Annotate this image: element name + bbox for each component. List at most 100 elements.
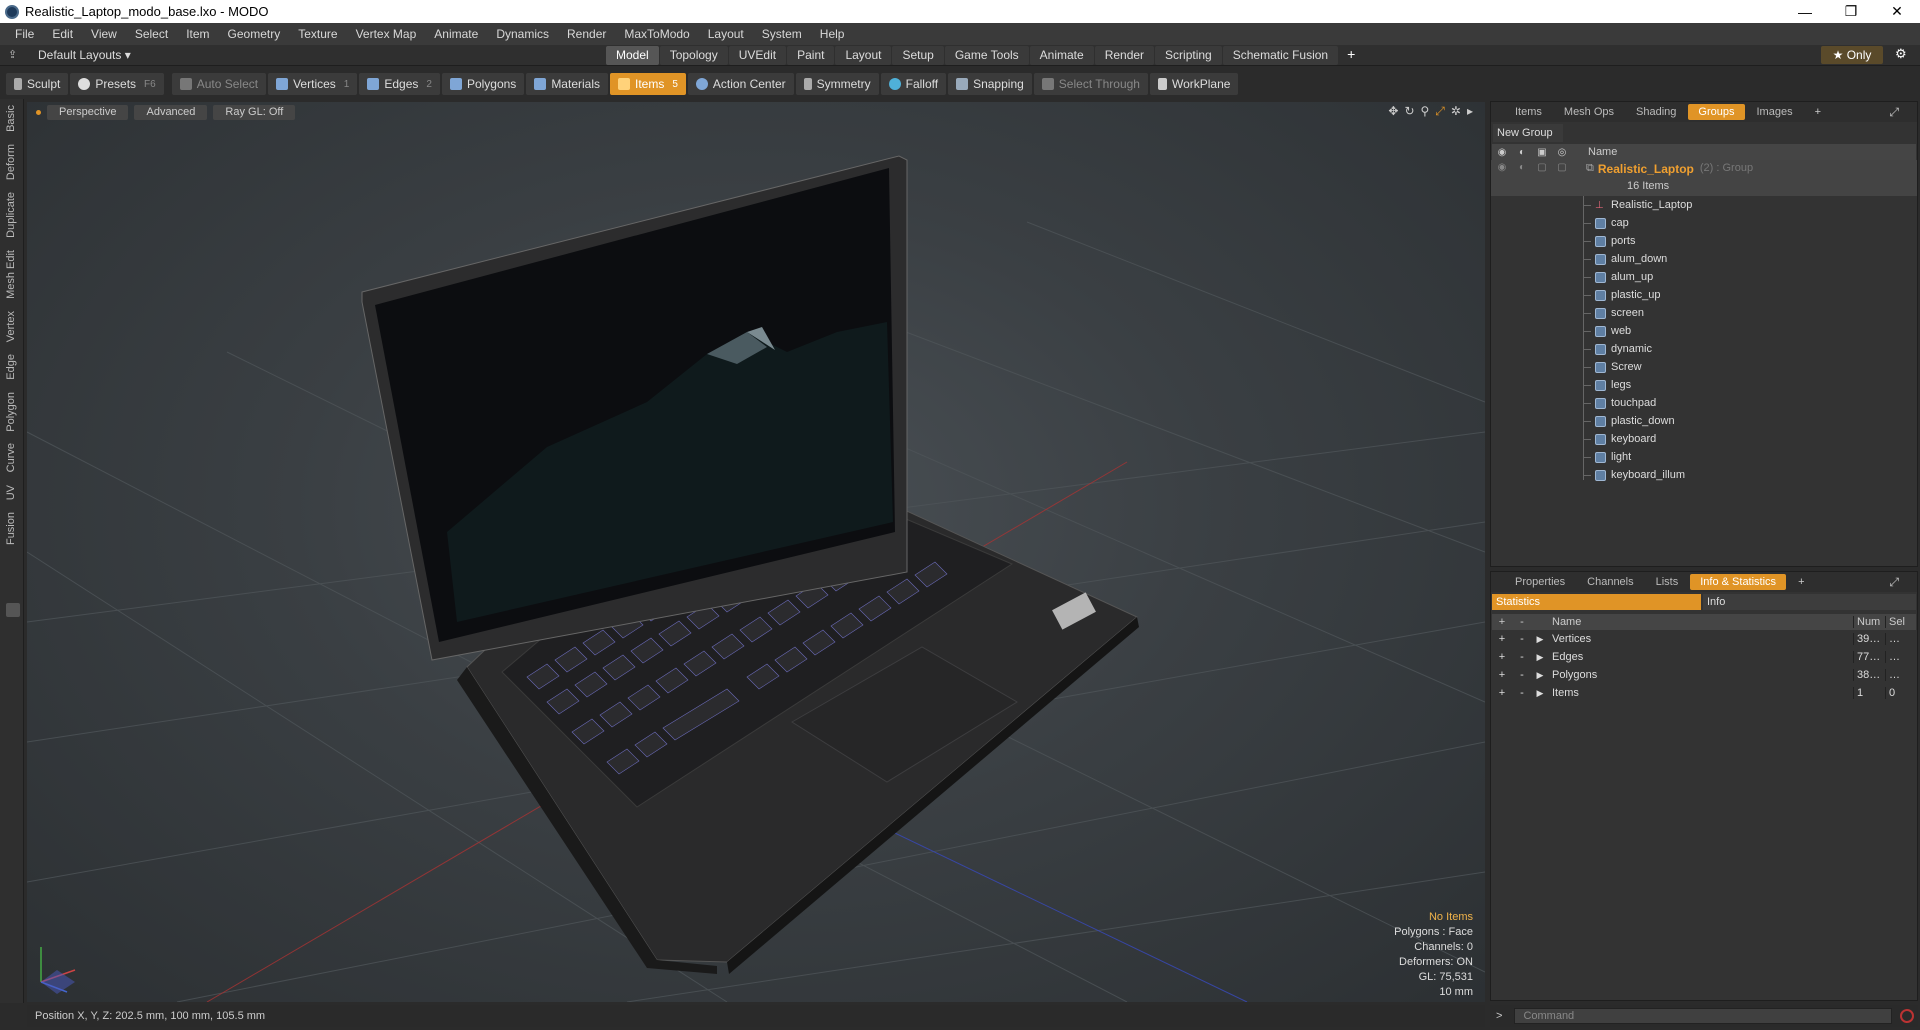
gear-icon[interactable]: ⚙	[1895, 46, 1907, 62]
expand-all-icon[interactable]: +	[1492, 616, 1512, 628]
vertices-button[interactable]: Vertices 1	[268, 73, 358, 95]
select-through-button[interactable]: Select Through	[1033, 73, 1148, 95]
presets-button[interactable]: Presets F6	[70, 73, 164, 95]
menu-edit[interactable]: Edit	[43, 27, 82, 41]
menu-maxtomodo[interactable]: MaxToModo	[615, 27, 698, 41]
group-item-row[interactable]: legs	[1491, 376, 1917, 394]
expand-arrow-icon[interactable]: ▶	[1532, 634, 1548, 645]
tab-shading[interactable]: Shading	[1626, 104, 1686, 120]
tab-info-statistics[interactable]: Info & Statistics	[1690, 574, 1787, 590]
subtab-info[interactable]: Info	[1703, 594, 1916, 610]
tab-uvedit[interactable]: UVEdit	[728, 46, 787, 65]
new-group-button[interactable]: New Group	[1493, 124, 1563, 142]
menu-geometry[interactable]: Geometry	[219, 27, 290, 41]
maximize-button[interactable]: ❐	[1828, 0, 1874, 23]
only-button[interactable]: ★ Only	[1821, 46, 1883, 64]
tab-mesh-ops[interactable]: Mesh Ops	[1554, 104, 1624, 120]
group-item-row[interactable]: touchpad	[1491, 394, 1917, 412]
laptop-model[interactable]	[361, 155, 1139, 974]
tab-schematic-fusion[interactable]: Schematic Fusion	[1222, 46, 1339, 65]
stats-row-items[interactable]: + - ▶ Items 1 0	[1492, 684, 1916, 702]
workplane-button[interactable]: WorkPlane	[1149, 73, 1239, 95]
edges-button[interactable]: Edges 2	[359, 73, 440, 95]
menu-select[interactable]: Select	[126, 27, 177, 41]
tab-paint[interactable]: Paint	[787, 46, 835, 65]
select-toggle-icon[interactable]: ▢	[1552, 162, 1572, 173]
layout-home-icon[interactable]: ⇪	[8, 48, 17, 61]
tab-animate[interactable]: Animate	[1029, 46, 1094, 65]
viewport-settings-icon[interactable]: ✲	[1451, 104, 1461, 119]
viewport-menu-dot[interactable]	[36, 109, 41, 115]
stats-row-polygons[interactable]: + - ▶ Polygons 38… …	[1492, 666, 1916, 684]
remove-icon[interactable]: -	[1512, 687, 1532, 699]
expand-arrow-icon[interactable]: ▶	[1532, 670, 1548, 681]
tab-polygon[interactable]: Polygon	[5, 386, 17, 438]
shading-selector[interactable]: Advanced	[134, 104, 208, 120]
symmetry-button[interactable]: Symmetry	[795, 73, 879, 95]
group-item-row[interactable]: ⊥ Realistic_Laptop	[1491, 196, 1917, 214]
add-panel-tab-button[interactable]: +	[1805, 104, 1831, 120]
group-item-row[interactable]: keyboard_illum	[1491, 466, 1917, 484]
menu-animate[interactable]: Animate	[425, 27, 487, 41]
tab-scripting[interactable]: Scripting	[1155, 46, 1222, 65]
stats-row-edges[interactable]: + - ▶ Edges 77… …	[1492, 648, 1916, 666]
tab-curve[interactable]: Curve	[5, 437, 17, 478]
menu-item[interactable]: Item	[177, 27, 218, 41]
tab-uv[interactable]: UV	[5, 479, 17, 506]
materials-button[interactable]: Materials	[526, 73, 608, 95]
add-info-tab-button[interactable]: +	[1788, 574, 1814, 590]
tab-vertex[interactable]: Vertex	[5, 305, 17, 348]
tab-groups[interactable]: Groups	[1688, 104, 1745, 120]
menu-help[interactable]: Help	[811, 27, 854, 41]
group-item-row[interactable]: screen	[1491, 304, 1917, 322]
group-item-row[interactable]: alum_down	[1491, 250, 1917, 268]
remove-icon[interactable]: -	[1512, 651, 1532, 663]
group-item-row[interactable]: Screw	[1491, 358, 1917, 376]
add-icon[interactable]: +	[1492, 669, 1512, 681]
expand-info-panel-icon[interactable]: ⤢	[1879, 574, 1909, 590]
tab-fusion[interactable]: Fusion	[5, 506, 17, 551]
tab-images[interactable]: Images	[1747, 104, 1803, 120]
group-item-row[interactable]: alum_up	[1491, 268, 1917, 286]
menu-vertex-map[interactable]: Vertex Map	[347, 27, 426, 41]
rotate-icon[interactable]: ↻	[1404, 104, 1414, 119]
add-icon[interactable]: +	[1492, 651, 1512, 663]
tab-basic[interactable]: Basic	[5, 99, 17, 138]
sculpt-button[interactable]: Sculpt	[6, 73, 69, 95]
expand-arrow-icon[interactable]: ▶	[1532, 652, 1548, 663]
auto-select-button[interactable]: Auto Select	[171, 73, 267, 95]
zoom-icon[interactable]: ⚲	[1421, 104, 1430, 119]
tab-channels[interactable]: Channels	[1577, 574, 1643, 590]
action-center-button[interactable]: Action Center	[687, 73, 794, 95]
menu-layout[interactable]: Layout	[699, 27, 753, 41]
menu-texture[interactable]: Texture	[289, 27, 346, 41]
menu-system[interactable]: System	[753, 27, 811, 41]
group-item-row[interactable]: plastic_up	[1491, 286, 1917, 304]
pan-icon[interactable]: ✥	[1388, 104, 1398, 119]
eye-icon[interactable]: ◉	[1492, 162, 1512, 173]
render-toggle-icon[interactable]: ◐	[1512, 162, 1532, 173]
subtab-statistics[interactable]: Statistics	[1492, 594, 1701, 610]
remove-icon[interactable]: -	[1512, 669, 1532, 681]
menu-render[interactable]: Render	[558, 27, 615, 41]
group-item-row[interactable]: plastic_down	[1491, 412, 1917, 430]
group-item-row[interactable]: web	[1491, 322, 1917, 340]
tab-items[interactable]: Items	[1505, 104, 1552, 120]
group-item-row[interactable]: light	[1491, 448, 1917, 466]
group-item-row[interactable]: cap	[1491, 214, 1917, 232]
tab-lists[interactable]: Lists	[1646, 574, 1689, 590]
fit-icon[interactable]: ⤢	[1435, 104, 1445, 119]
stop-icon[interactable]	[1900, 1009, 1915, 1023]
tab-game-tools[interactable]: Game Tools	[944, 46, 1029, 65]
add-icon[interactable]: +	[1492, 687, 1512, 699]
left-panel-toggle[interactable]	[6, 603, 20, 617]
tab-duplicate[interactable]: Duplicate	[5, 186, 17, 244]
tab-layout[interactable]: Layout	[835, 46, 892, 65]
menu-dynamics[interactable]: Dynamics	[487, 27, 558, 41]
tab-deform[interactable]: Deform	[5, 138, 17, 186]
3d-viewport[interactable]: Perspective Advanced Ray GL: Off ✥ ↻ ⚲ ⤢…	[27, 102, 1485, 1002]
remove-icon[interactable]: -	[1512, 633, 1532, 645]
tab-setup[interactable]: Setup	[892, 46, 944, 65]
group-row[interactable]: ◉ ◐ ▢ ▢ ⧉ Realistic_Laptop (2) : Group 1…	[1491, 160, 1917, 196]
view-mode-selector[interactable]: Perspective	[47, 104, 129, 120]
